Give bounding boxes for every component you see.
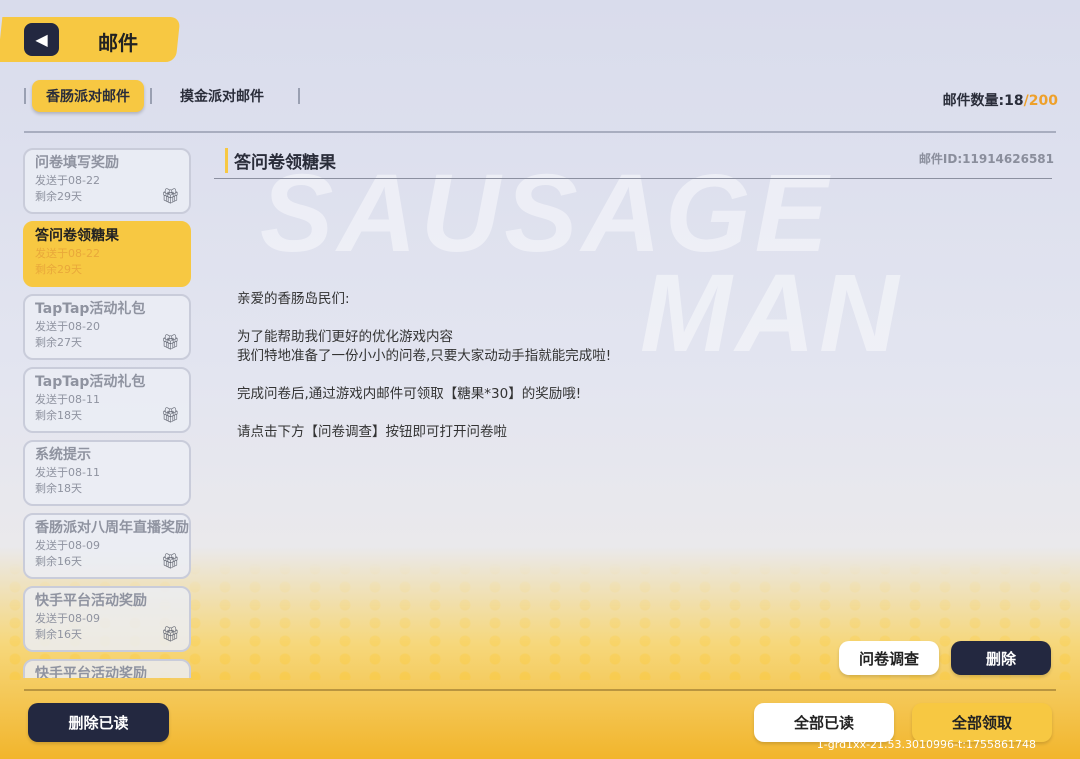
divider	[150, 88, 152, 104]
mail-title: 系统提示	[35, 447, 91, 463]
divider	[24, 88, 26, 104]
mail-title: 快手平台活动奖励	[35, 593, 147, 609]
mail-remaining: 剩余16天	[35, 628, 82, 641]
mail-sent-date: 发送于08-11	[35, 393, 100, 406]
gift-icon: 🎁︎	[161, 625, 181, 643]
mail-sent-date: 发送于08-22	[35, 247, 100, 260]
mail-sent-date: 发送于08-20	[35, 320, 100, 333]
tab-mojin-party-mail[interactable]: 摸金派对邮件	[166, 80, 278, 112]
mail-list-item[interactable]: 答问卷领糖果 发送于08-22 剩余29天	[23, 221, 191, 287]
delete-read-button[interactable]: 删除已读	[28, 703, 169, 742]
mail-list[interactable]: 问卷填写奖励 发送于08-22 剩余29天 🎁︎ 答问卷领糖果 发送于08-22 剩余29天…	[23, 148, 191, 678]
mail-id: 邮件ID:11914626581	[918, 152, 1054, 166]
back-button[interactable]: ◀	[24, 23, 59, 56]
version-text: 1-grd1xx-21.53.3010996-t:1755861748	[816, 738, 1036, 751]
mail-sent-date: 发送于08-09	[35, 539, 100, 552]
mail-list-item[interactable]: 快手平台活动奖励 发送于08-09 剩余16天 🎁︎	[23, 586, 191, 652]
page-title: 邮件	[98, 31, 138, 55]
back-arrow-icon: ◀	[35, 30, 48, 49]
body-paragraph: 亲爱的香肠岛民们:	[237, 291, 350, 307]
mail-title: 快手平台活动奖励	[35, 666, 147, 678]
mail-remaining: 剩余16天	[35, 555, 82, 568]
body-paragraph: 为了能帮助我们更好的优化游戏内容 我们特地准备了一份小小的问卷,只要大家动动手指…	[237, 329, 612, 364]
mail-sent-date: 发送于08-09	[35, 612, 100, 625]
mail-list-item[interactable]: TapTap活动礼包 发送于08-11 剩余18天 🎁︎	[23, 367, 191, 433]
mail-remaining: 剩余29天	[35, 263, 82, 276]
mail-subject: 答问卷领糖果	[225, 148, 336, 173]
mail-list-item[interactable]: TapTap活动礼包 发送于08-20 剩余27天 🎁︎	[23, 294, 191, 360]
mail-count: 邮件数量:18/200	[942, 93, 1058, 109]
gift-icon: 🎁︎	[161, 333, 181, 351]
delete-button[interactable]: 删除	[951, 641, 1051, 675]
mail-remaining: 剩余18天	[35, 482, 82, 495]
survey-button[interactable]: 问卷调查	[839, 641, 939, 675]
mail-title: 答问卷领糖果	[35, 228, 119, 244]
mail-list-item[interactable]: 问卷填写奖励 发送于08-22 剩余29天 🎁︎	[23, 148, 191, 214]
mail-title: TapTap活动礼包	[35, 301, 146, 317]
tab-sausage-party-mail[interactable]: 香肠派对邮件	[32, 80, 144, 112]
mail-sent-date: 发送于08-11	[35, 466, 100, 479]
tab-bar: 香肠派对邮件 摸金派对邮件	[24, 80, 300, 112]
mail-remaining: 剩余29天	[35, 190, 82, 203]
divider	[298, 88, 300, 104]
mail-remaining: 剩余27天	[35, 336, 82, 349]
body-paragraph: 完成问卷后,通过游戏内邮件可领取【糖果*30】的奖励哦!	[237, 386, 582, 402]
mail-list-item[interactable]: 系统提示发送于08-11 剩余18天	[23, 440, 191, 506]
gift-icon: 🎁︎	[161, 187, 181, 205]
divider	[24, 689, 1056, 691]
mail-remaining: 剩余18天	[35, 409, 82, 422]
gift-icon: 🎁︎	[161, 552, 181, 570]
divider	[214, 178, 1052, 179]
mail-title: TapTap活动礼包	[35, 374, 146, 390]
read-all-button[interactable]: 全部已读	[754, 703, 894, 742]
mail-list-item[interactable]: 香肠派对八周年直播奖励 发送于08-09 剩余16天 🎁︎	[23, 513, 191, 579]
claim-all-button[interactable]: 全部领取	[912, 703, 1052, 742]
divider	[24, 131, 1056, 133]
body-paragraph: 请点击下方【问卷调查】按钮即可打开问卷啦	[237, 424, 507, 440]
gift-icon: 🎁︎	[161, 406, 181, 424]
man-watermark: MAN	[640, 252, 903, 375]
mail-body: 亲爱的香肠岛民们: 为了能帮助我们更好的优化游戏内容 我们特地准备了一份小小的问…	[237, 290, 611, 461]
mail-title: 问卷填写奖励	[35, 155, 119, 171]
mail-list-item[interactable]: 快手平台活动奖励	[23, 659, 191, 678]
mail-title: 香肠派对八周年直播奖励	[35, 520, 189, 536]
mail-sent-date: 发送于08-22	[35, 174, 100, 187]
